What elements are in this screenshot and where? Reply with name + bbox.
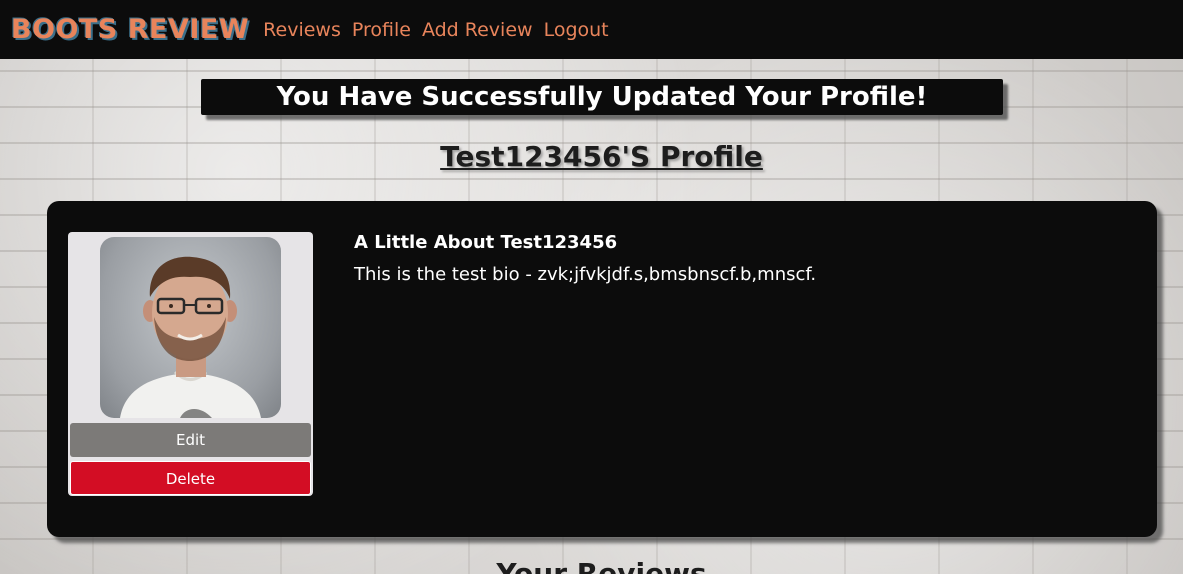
- success-banner: You Have Successfully Updated Your Profi…: [201, 79, 1003, 115]
- page-title: Test123456'S Profile: [440, 140, 763, 173]
- avatar: [100, 237, 281, 418]
- bio-text: This is the test bio - zvk;jfvkjdf.s,bms…: [354, 264, 817, 285]
- nav-link-logout[interactable]: Logout: [544, 19, 609, 41]
- brand-logo[interactable]: BOOTS REVIEW: [11, 14, 249, 45]
- user-photo-icon: [120, 256, 261, 418]
- about-heading: A Little About Test123456: [354, 232, 618, 253]
- edit-button[interactable]: Edit: [70, 423, 311, 457]
- nav-link-reviews[interactable]: Reviews: [263, 19, 341, 41]
- photo-panel: Edit Delete: [68, 232, 313, 496]
- reviews-heading: Your Reviews: [496, 557, 707, 574]
- nav-link-profile[interactable]: Profile: [352, 19, 411, 41]
- nav-link-add-review[interactable]: Add Review: [422, 19, 533, 41]
- navbar: BOOTS REVIEW Reviews Profile Add Review …: [0, 0, 1183, 59]
- profile-card: Edit Delete A Little About Test123456 Th…: [47, 201, 1157, 537]
- delete-button[interactable]: Delete: [70, 461, 311, 495]
